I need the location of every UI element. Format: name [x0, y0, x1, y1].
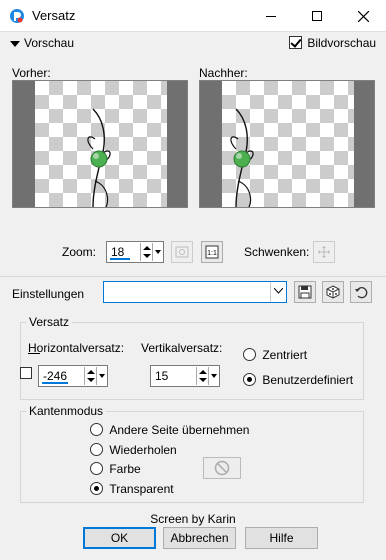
before-preview[interactable]: [12, 80, 188, 208]
zoom-fit-button[interactable]: [171, 241, 193, 263]
wiederholen-radio[interactable]: [90, 443, 103, 456]
benutzerdefiniert-label: Benutzerdefiniert: [262, 373, 354, 387]
kanten-option-farbe[interactable]: Farbe: [90, 462, 141, 476]
vertikal-spinner[interactable]: [196, 367, 207, 385]
spin-down-icon[interactable]: [143, 254, 151, 258]
after-preview[interactable]: [199, 80, 375, 208]
vorschau-toggle[interactable]: Vorschau: [10, 36, 74, 50]
andere-seite-radio[interactable]: [90, 423, 103, 436]
einstellungen-label: Einstellungen: [12, 287, 85, 301]
wiederholen-label: Wiederholen: [109, 443, 177, 457]
horizontal-spinner[interactable]: [84, 367, 95, 385]
zoom-underline: [110, 258, 130, 260]
minimize-button[interactable]: [248, 0, 294, 32]
vertikal-value: 15: [155, 369, 169, 383]
spin-down-icon[interactable]: [87, 378, 95, 382]
farbe-swatch[interactable]: [203, 457, 241, 479]
bildvorschau-check-box[interactable]: [289, 36, 302, 49]
before-object-graphic: [87, 108, 111, 207]
horizontal-accel-underline: [28, 353, 40, 354]
zoom-input[interactable]: 18: [106, 241, 164, 263]
andere-seite-label: Andere Seite übernehmen: [109, 423, 250, 437]
horizontal-underline: [42, 382, 68, 384]
save-preset-button[interactable]: [294, 281, 316, 303]
zentriert-option[interactable]: Zentriert: [243, 348, 307, 362]
credit-text: Screen by Karin: [150, 512, 236, 526]
horizontal-dropdown-icon[interactable]: [96, 367, 106, 385]
versatz-legend: Versatz: [26, 315, 73, 329]
spin-up-icon[interactable]: [87, 370, 95, 374]
ok-button[interactable]: OK: [83, 527, 156, 549]
pan-move-icon: [318, 246, 330, 258]
benutzerdefiniert-radio[interactable]: [243, 373, 256, 386]
einstellungen-dropdown-button[interactable]: [270, 282, 286, 302]
kanten-option-transparent[interactable]: Transparent: [90, 482, 174, 496]
benutzerdefiniert-option[interactable]: Benutzerdefiniert: [243, 373, 353, 387]
no-color-icon: [214, 460, 230, 476]
zentriert-label: Zentriert: [262, 348, 308, 362]
collapse-triangle-icon: [10, 40, 20, 47]
spin-up-icon[interactable]: [199, 370, 207, 374]
minimize-icon: [266, 15, 276, 17]
vorschau-label: Vorschau: [24, 36, 75, 50]
vertikal-dropdown-icon[interactable]: [208, 367, 218, 385]
horizontal-input[interactable]: -246: [38, 365, 108, 387]
svg-text:1:1: 1:1: [207, 250, 217, 257]
maximize-button[interactable]: [294, 0, 340, 32]
kanten-option-wiederholen[interactable]: Wiederholen: [90, 443, 177, 457]
link-checkbox[interactable]: [20, 367, 32, 379]
vorher-label: Vorher:: [12, 66, 51, 80]
chevron-down-icon: [274, 288, 283, 294]
separator: [0, 276, 386, 277]
horizontal-value: -246: [43, 369, 68, 383]
einstellungen-dropdown[interactable]: [103, 281, 287, 303]
zoom-dropdown-icon[interactable]: [152, 243, 162, 261]
zoom-spinner[interactable]: [140, 243, 151, 261]
dice-icon: [326, 285, 340, 299]
bildvorschau-checkbox[interactable]: Bildvorschau: [289, 36, 376, 50]
close-icon: [357, 10, 369, 22]
schwenken-label: Schwenken:: [244, 245, 310, 259]
zentriert-radio[interactable]: [243, 348, 256, 361]
zoom-value: 18: [111, 245, 125, 259]
save-icon: [298, 285, 312, 299]
farbe-label: Farbe: [109, 462, 141, 476]
spin-up-icon[interactable]: [143, 246, 151, 250]
hilfe-button[interactable]: Hilfe: [245, 527, 318, 549]
bildvorschau-label: Bildvorschau: [307, 36, 377, 50]
zoom-label: Zoom:: [62, 245, 97, 259]
close-button[interactable]: [340, 0, 386, 32]
transparent-label: Transparent: [109, 482, 174, 496]
reset-button[interactable]: [350, 281, 372, 303]
app-icon: [10, 9, 24, 23]
zoom-100-button[interactable]: 1:1: [201, 241, 223, 263]
reset-icon: [355, 287, 368, 299]
pan-button[interactable]: [313, 241, 335, 263]
abbrechen-button[interactable]: Abbrechen: [163, 527, 236, 549]
farbe-radio[interactable]: [90, 462, 103, 475]
spin-down-icon[interactable]: [199, 378, 207, 382]
vertikal-label: Vertikalversatz:: [141, 341, 223, 355]
maximize-icon: [312, 11, 322, 21]
randomize-button[interactable]: [322, 281, 344, 303]
nachher-label: Nachher:: [199, 66, 248, 80]
kantenmodus-legend: Kantenmodus: [26, 404, 107, 418]
zoom-one-to-one-icon: 1:1: [205, 245, 219, 259]
zoom-fit-icon: [175, 246, 189, 258]
after-object-graphic: [230, 108, 254, 207]
transparent-radio[interactable]: [90, 482, 103, 495]
window-title: Versatz: [32, 8, 76, 23]
kanten-option-andere-seite[interactable]: Andere Seite übernehmen: [90, 423, 249, 437]
horizontal-label: Horizontalversatz:: [28, 341, 125, 355]
versatz-group: [20, 322, 364, 400]
vertikal-input[interactable]: 15: [150, 365, 220, 387]
